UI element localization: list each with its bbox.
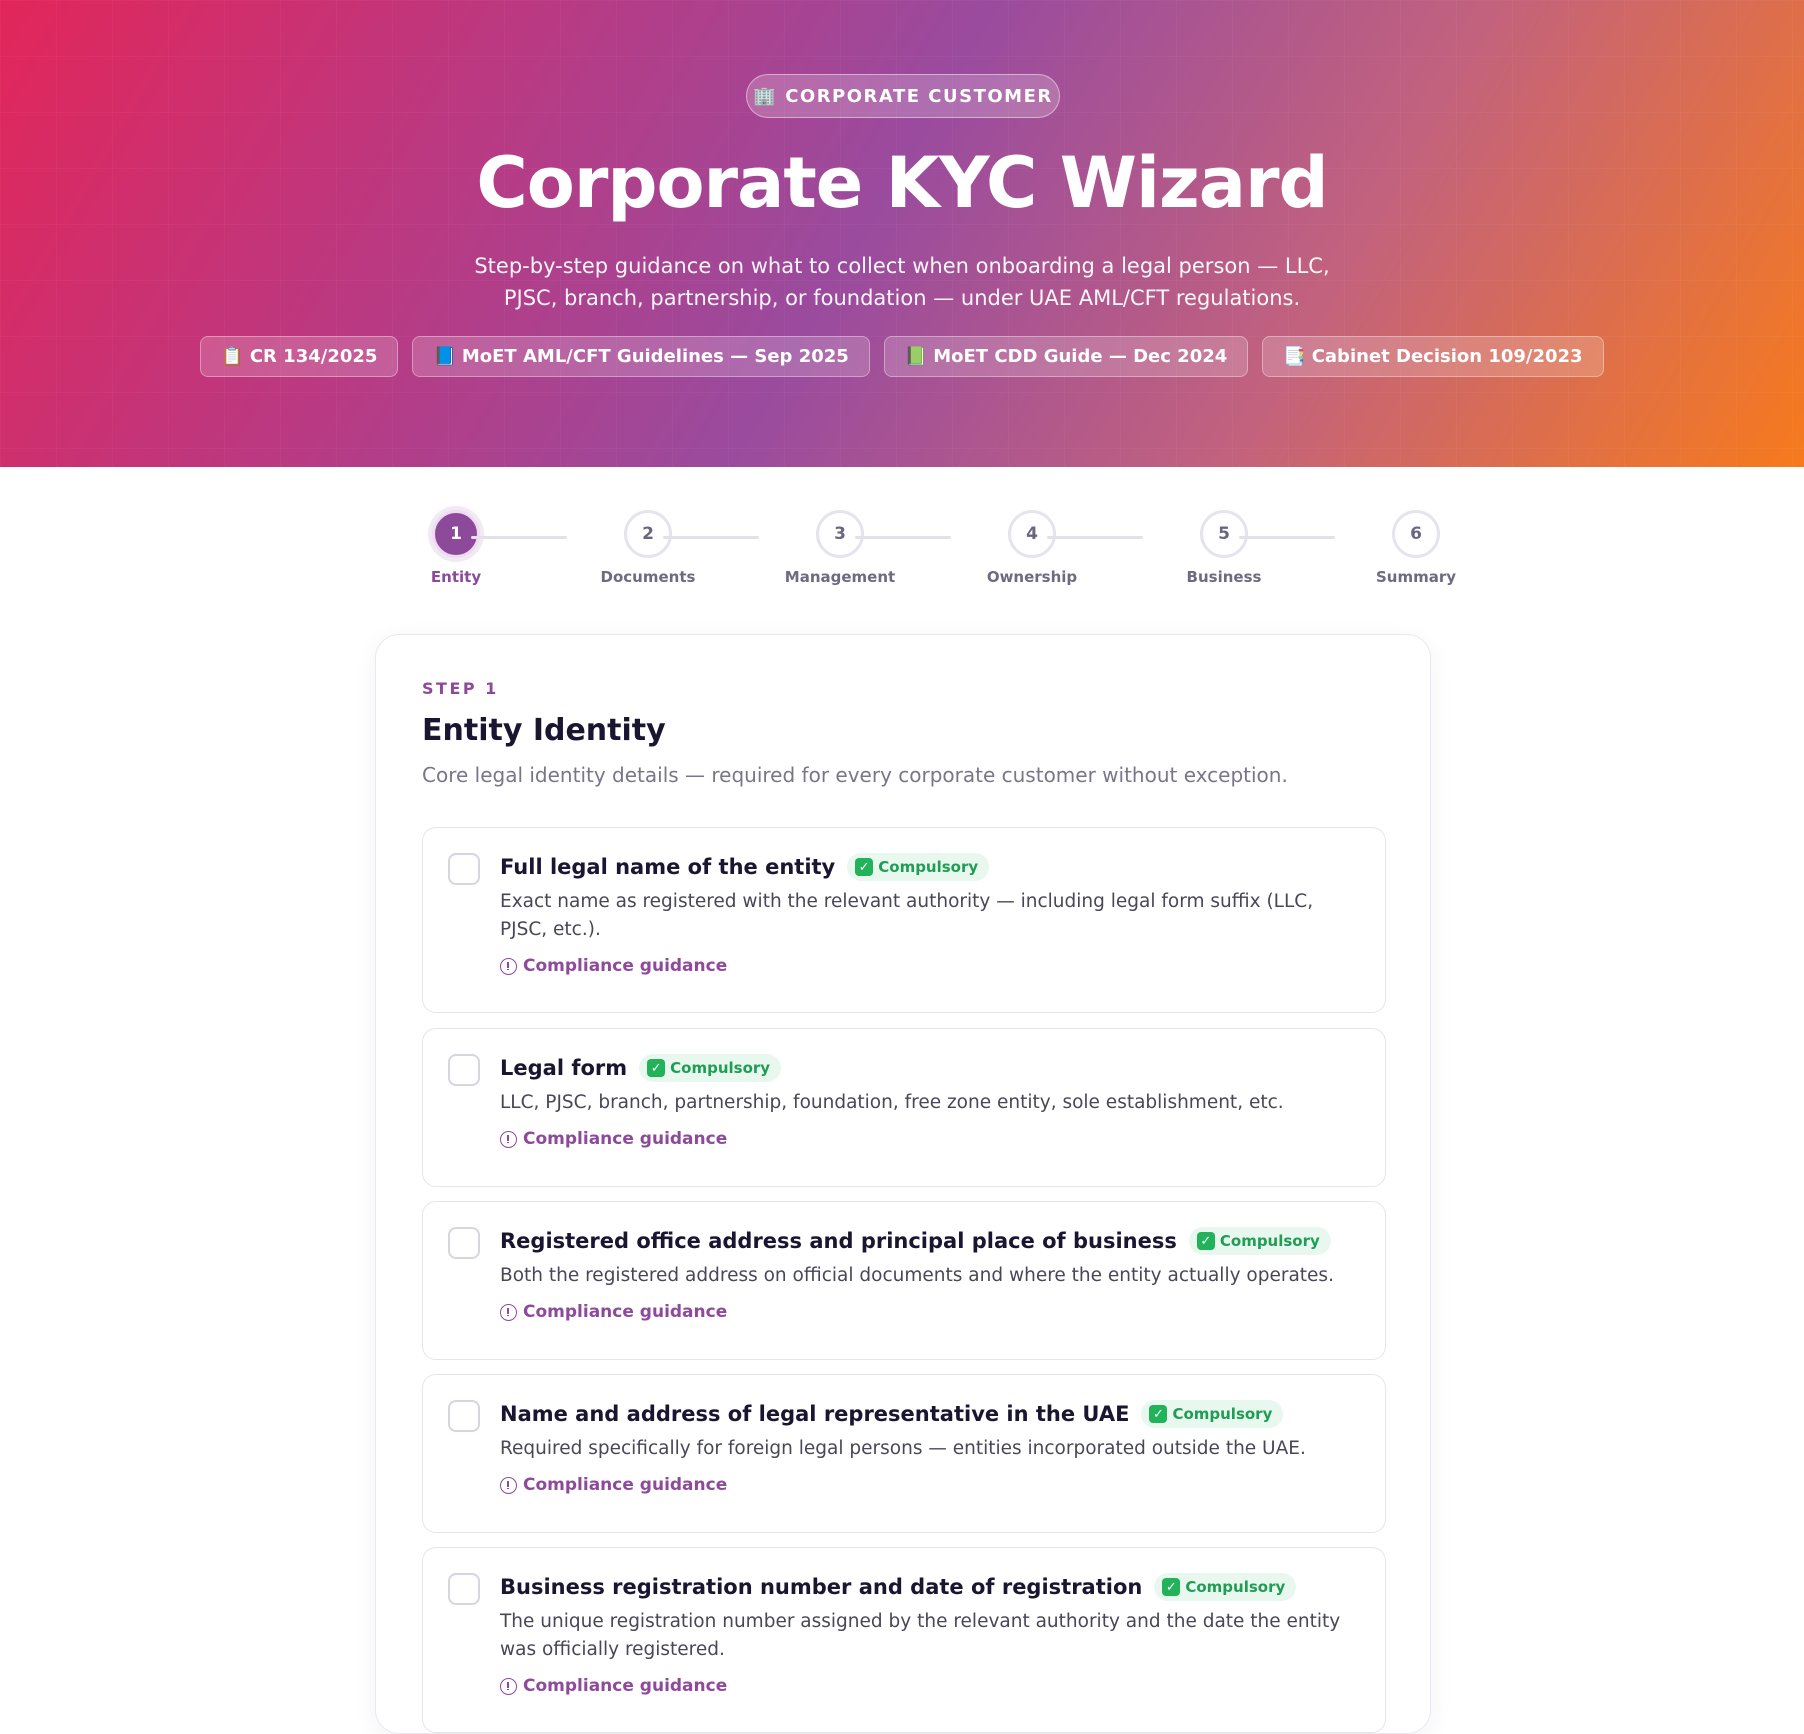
step-entity[interactable]: 1 Entity xyxy=(396,510,516,586)
building-icon: 🏢 xyxy=(753,85,778,107)
checklist-item-legal-form: Legal form ✓ Compulsory LLC, PJSC, branc… xyxy=(422,1028,1386,1187)
blue-book-icon: 📘 xyxy=(433,346,456,367)
step-label: Documents xyxy=(600,568,696,586)
badge-label: Compulsory xyxy=(1185,1578,1286,1596)
step-connector xyxy=(855,536,951,539)
reference-label: MoET AML/CFT Guidelines — Sep 2025 xyxy=(461,346,849,367)
badge-label: Compulsory xyxy=(1219,1232,1320,1250)
item-checkbox[interactable] xyxy=(448,1227,480,1259)
step-number: 6 xyxy=(1392,510,1440,558)
item-description: Required specifically for foreign legal … xyxy=(500,1438,1306,1459)
green-book-icon: 📗 xyxy=(904,346,928,367)
step-connector xyxy=(663,536,759,539)
customer-type-label: CORPORATE CUSTOMER xyxy=(785,85,1053,107)
info-icon xyxy=(500,1476,517,1494)
check-icon: ✓ xyxy=(1162,1578,1181,1596)
badge-label: Compulsory xyxy=(670,1059,771,1077)
check-icon: ✓ xyxy=(1149,1405,1168,1423)
guidance-label: Compliance guidance xyxy=(523,956,728,976)
compulsory-badge: ✓ Compulsory xyxy=(639,1054,782,1082)
badge-label: Compulsory xyxy=(1172,1405,1273,1423)
compliance-guidance-link[interactable]: Compliance guidance xyxy=(500,1129,1349,1149)
step-ownership[interactable]: 4 Ownership xyxy=(972,510,1092,586)
hero-pattern xyxy=(0,0,1804,467)
compliance-guidance-link[interactable]: Compliance guidance xyxy=(500,1676,1349,1696)
reference-chip-cdd-guide[interactable]: 📗 MoET CDD Guide — Dec 2024 xyxy=(883,336,1249,377)
hero-banner: 🏢 CORPORATE CUSTOMER Corporate KYC Wizar… xyxy=(0,0,1804,467)
step-connector xyxy=(1047,536,1143,539)
step-documents[interactable]: 2 Documents xyxy=(588,510,708,586)
step-label: Summary xyxy=(1375,568,1457,586)
item-checkbox[interactable] xyxy=(448,1400,480,1432)
compliance-guidance-link[interactable]: Compliance guidance xyxy=(500,1475,1349,1495)
check-icon: ✓ xyxy=(855,858,874,876)
compulsory-badge: ✓ Compulsory xyxy=(1188,1227,1331,1255)
step-number: 4 xyxy=(1008,510,1056,558)
guidance-label: Compliance guidance xyxy=(523,1475,728,1495)
guidance-label: Compliance guidance xyxy=(523,1676,728,1696)
item-description: LLC, PJSC, branch, partnership, foundati… xyxy=(500,1092,1284,1113)
step-number: 5 xyxy=(1200,510,1248,558)
item-title: Registered office address and principal … xyxy=(500,1229,1177,1253)
checklist-item-registration-number: Business registration number and date of… xyxy=(422,1547,1386,1733)
item-description: Exact name as registered with the releva… xyxy=(500,891,1314,940)
page-subtitle: Step-by-step guidance on what to collect… xyxy=(474,254,1330,310)
reference-chips: 📋 CR 134/2025 📘 MoET AML/CFT Guidelines … xyxy=(0,336,1804,377)
step-label: Management xyxy=(784,568,896,586)
step-number: 2 xyxy=(624,510,672,558)
guidance-label: Compliance guidance xyxy=(523,1129,728,1149)
item-checkbox[interactable] xyxy=(448,853,480,885)
checklist-item-legal-name: Full legal name of the entity ✓ Compulso… xyxy=(422,827,1386,1013)
compulsory-badge: ✓ Compulsory xyxy=(847,853,990,881)
step-eyebrow: STEP 1 xyxy=(422,679,499,698)
customer-type-pill: 🏢 CORPORATE CUSTOMER xyxy=(746,74,1060,118)
step-label: Entity xyxy=(430,568,482,586)
item-description: Both the registered address on official … xyxy=(500,1265,1334,1286)
section-title: Entity Identity xyxy=(422,713,666,748)
compliance-guidance-link[interactable]: Compliance guidance xyxy=(500,1302,1349,1322)
clipboard-icon: 📋 xyxy=(221,346,244,367)
page-title: Corporate KYC Wizard xyxy=(476,142,1328,224)
item-checkbox[interactable] xyxy=(448,1573,480,1605)
check-icon: ✓ xyxy=(647,1059,666,1077)
compulsory-badge: ✓ Compulsory xyxy=(1154,1573,1297,1601)
item-title: Full legal name of the entity xyxy=(500,855,836,879)
check-icon: ✓ xyxy=(1196,1232,1215,1250)
compulsory-badge: ✓ Compulsory xyxy=(1141,1400,1284,1428)
document-icon: 📑 xyxy=(1283,346,1306,367)
item-title: Business registration number and date of… xyxy=(500,1575,1143,1599)
wizard-stepper: 1 Entity 2 Documents 3 Management 4 Owne… xyxy=(396,510,1456,590)
item-title: Name and address of legal representative… xyxy=(500,1402,1130,1426)
reference-chip-cr[interactable]: 📋 CR 134/2025 xyxy=(200,336,399,377)
compliance-guidance-link[interactable]: Compliance guidance xyxy=(500,956,1349,976)
step-card: STEP 1 Entity Identity Core legal identi… xyxy=(375,634,1431,1734)
reference-chip-cabinet-decision[interactable]: 📑 Cabinet Decision 109/2023 xyxy=(1262,336,1604,377)
step-summary[interactable]: 6 Summary xyxy=(1356,510,1476,586)
info-icon xyxy=(500,957,517,975)
checklist-item-legal-representative: Name and address of legal representative… xyxy=(422,1374,1386,1533)
info-icon xyxy=(500,1677,517,1695)
step-connector xyxy=(1239,536,1335,539)
reference-label: MoET CDD Guide — Dec 2024 xyxy=(933,346,1228,367)
reference-chip-guidelines[interactable]: 📘 MoET AML/CFT Guidelines — Sep 2025 xyxy=(412,336,870,377)
item-title: Legal form xyxy=(500,1056,628,1080)
step-label: Business xyxy=(1186,568,1262,586)
step-connector xyxy=(471,536,567,539)
section-description: Core legal identity details — required f… xyxy=(422,763,1288,787)
step-number: 3 xyxy=(816,510,864,558)
step-number: 1 xyxy=(432,510,480,558)
guidance-label: Compliance guidance xyxy=(523,1302,728,1322)
item-description: The unique registration number assigned … xyxy=(500,1611,1341,1660)
badge-label: Compulsory xyxy=(878,858,979,876)
info-icon xyxy=(500,1130,517,1148)
reference-label: Cabinet Decision 109/2023 xyxy=(1311,346,1583,367)
item-checkbox[interactable] xyxy=(448,1054,480,1086)
step-label: Ownership xyxy=(986,568,1078,586)
step-management[interactable]: 3 Management xyxy=(780,510,900,586)
step-business[interactable]: 5 Business xyxy=(1164,510,1284,586)
info-icon xyxy=(500,1303,517,1321)
reference-label: CR 134/2025 xyxy=(249,346,378,367)
checklist-item-registered-address: Registered office address and principal … xyxy=(422,1201,1386,1360)
